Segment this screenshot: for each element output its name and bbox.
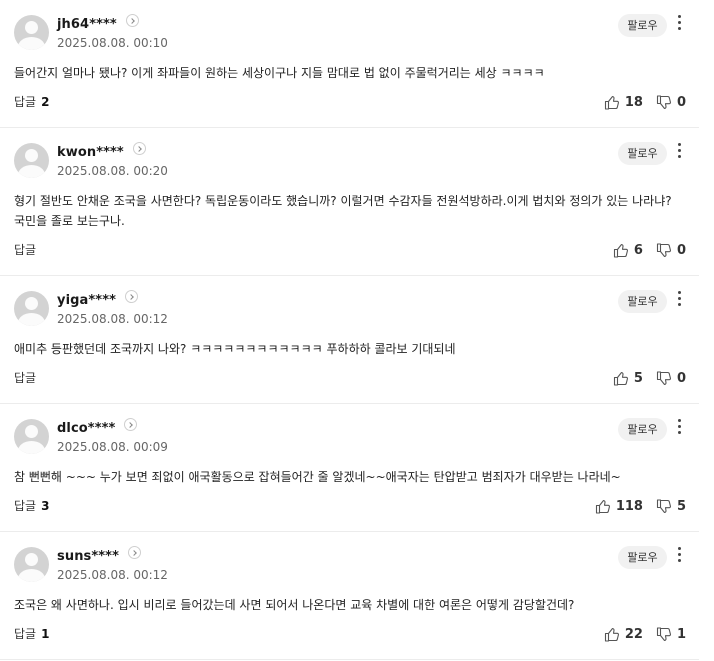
comment-item: dlco**** 2025.08.08. 00:09 팔로우 참 뻔뻔해 ~~~… <box>0 404 699 532</box>
like-count: 5 <box>633 371 643 386</box>
avatar[interactable] <box>14 291 49 326</box>
dislike-count: 0 <box>676 95 686 110</box>
like-count: 118 <box>615 499 643 514</box>
reply-count: 1 <box>41 627 50 641</box>
like-button[interactable]: 118 <box>595 499 643 514</box>
dislike-button[interactable]: 0 <box>656 371 686 386</box>
like-button[interactable]: 6 <box>613 243 643 258</box>
more-options-icon[interactable] <box>677 419 682 437</box>
comment-text: 들어간지 얼마나 됐나? 이게 좌파들이 원하는 세상이구나 지들 맘대로 법 … <box>14 66 545 80</box>
like-button[interactable]: 5 <box>613 371 643 386</box>
username-link[interactable]: dlco**** <box>57 418 138 436</box>
dislike-count: 0 <box>676 243 686 258</box>
reply-button[interactable]: 답글 2 <box>14 93 49 110</box>
reply-label: 답글 <box>14 95 37 109</box>
like-count: 22 <box>624 627 643 642</box>
username: suns**** <box>57 549 119 564</box>
comment-date: 2025.08.08. 00:10 <box>57 36 168 50</box>
like-count: 18 <box>624 95 643 110</box>
like-button[interactable]: 22 <box>604 627 643 642</box>
avatar[interactable] <box>14 419 49 454</box>
thumbs-up-icon <box>604 95 619 110</box>
avatar[interactable] <box>14 15 49 50</box>
reply-button[interactable]: 답글 <box>14 369 36 386</box>
reply-label: 답글 <box>14 371 37 385</box>
thumbs-down-icon <box>656 499 671 514</box>
chevron-right-icon <box>124 418 138 431</box>
vote-group: 118 5 <box>595 499 686 514</box>
reply-label: 답글 <box>14 499 37 513</box>
thumbs-down-icon <box>656 95 671 110</box>
thumbs-down-icon <box>656 243 671 258</box>
avatar[interactable] <box>14 143 49 178</box>
comment-date: 2025.08.08. 00:09 <box>57 440 168 454</box>
more-options-icon[interactable] <box>677 15 682 33</box>
follow-button[interactable]: 팔로우 <box>618 546 667 569</box>
reply-button[interactable]: 답글 1 <box>14 625 49 642</box>
thumbs-up-icon <box>613 371 628 386</box>
dislike-count: 5 <box>676 499 686 514</box>
thumbs-up-icon <box>604 627 619 642</box>
dislike-button[interactable]: 0 <box>656 95 686 110</box>
reply-button[interactable]: 답글 <box>14 241 36 258</box>
thumbs-down-icon <box>656 627 671 642</box>
dislike-button[interactable]: 5 <box>656 499 686 514</box>
follow-button[interactable]: 팔로우 <box>618 14 667 37</box>
username: jh64**** <box>57 17 117 32</box>
reply-count: 3 <box>41 499 50 513</box>
comment-date: 2025.08.08. 00:12 <box>57 568 168 582</box>
chevron-right-icon <box>127 546 141 559</box>
follow-button[interactable]: 팔로우 <box>618 142 667 165</box>
username: yiga**** <box>57 293 117 308</box>
comment-text: 애미추 등판했던데 조국까지 나와? ㅋㅋㅋㅋㅋㅋㅋㅋㅋㅋㅋㅋ 푸하하하 콜라보… <box>14 342 456 356</box>
chevron-right-icon <box>125 14 139 27</box>
comment-item: kwon**** 2025.08.08. 00:20 팔로우 형기 절반도 안채… <box>0 128 699 276</box>
vote-group: 6 0 <box>613 243 686 258</box>
username: dlco**** <box>57 421 116 436</box>
dislike-button[interactable]: 0 <box>656 243 686 258</box>
more-options-icon[interactable] <box>677 143 682 161</box>
more-options-icon[interactable] <box>677 547 682 565</box>
username: kwon**** <box>57 145 124 160</box>
thumbs-up-icon <box>595 499 610 514</box>
avatar[interactable] <box>14 547 49 582</box>
reply-count: 2 <box>41 95 50 109</box>
dislike-count: 1 <box>676 627 686 642</box>
follow-button[interactable]: 팔로우 <box>618 418 667 441</box>
comment-text: 형기 절반도 안채운 조국을 사면한다? 독립운동이라도 했습니까? 이럴거면 … <box>14 194 672 228</box>
thumbs-up-icon <box>613 243 628 258</box>
comment-item: suns**** 2025.08.08. 00:12 팔로우 조국은 왜 사면하… <box>0 532 699 660</box>
username-link[interactable]: yiga**** <box>57 290 139 308</box>
comment-date: 2025.08.08. 00:12 <box>57 312 168 326</box>
comment-text: 조국은 왜 사면하나. 입시 비리로 들어갔는데 사면 되어서 나온다면 교육 … <box>14 598 575 612</box>
thumbs-down-icon <box>656 371 671 386</box>
comment-list: jh64**** 2025.08.08. 00:10 팔로우 들어간지 얼마나 … <box>0 0 699 660</box>
comment-item: jh64**** 2025.08.08. 00:10 팔로우 들어간지 얼마나 … <box>0 0 699 128</box>
comment-date: 2025.08.08. 00:20 <box>57 164 168 178</box>
comment-text: 참 뻔뻔해 ~~~ 누가 보면 죄없이 애국활동으로 잡혀들어간 줄 알겠네~~… <box>14 470 621 484</box>
like-button[interactable]: 18 <box>604 95 643 110</box>
dislike-count: 0 <box>676 371 686 386</box>
comment-item: yiga**** 2025.08.08. 00:12 팔로우 애미추 등판했던데… <box>0 276 699 404</box>
vote-group: 22 1 <box>604 627 686 642</box>
reply-label: 답글 <box>14 627 37 641</box>
vote-group: 18 0 <box>604 95 686 110</box>
more-options-icon[interactable] <box>677 291 682 309</box>
chevron-right-icon <box>125 290 139 303</box>
username-link[interactable]: suns**** <box>57 546 141 564</box>
chevron-right-icon <box>132 142 146 155</box>
reply-button[interactable]: 답글 3 <box>14 497 49 514</box>
vote-group: 5 0 <box>613 371 686 386</box>
like-count: 6 <box>633 243 643 258</box>
username-link[interactable]: jh64**** <box>57 14 139 32</box>
dislike-button[interactable]: 1 <box>656 627 686 642</box>
username-link[interactable]: kwon**** <box>57 142 146 160</box>
reply-label: 답글 <box>14 243 37 257</box>
follow-button[interactable]: 팔로우 <box>618 290 667 313</box>
